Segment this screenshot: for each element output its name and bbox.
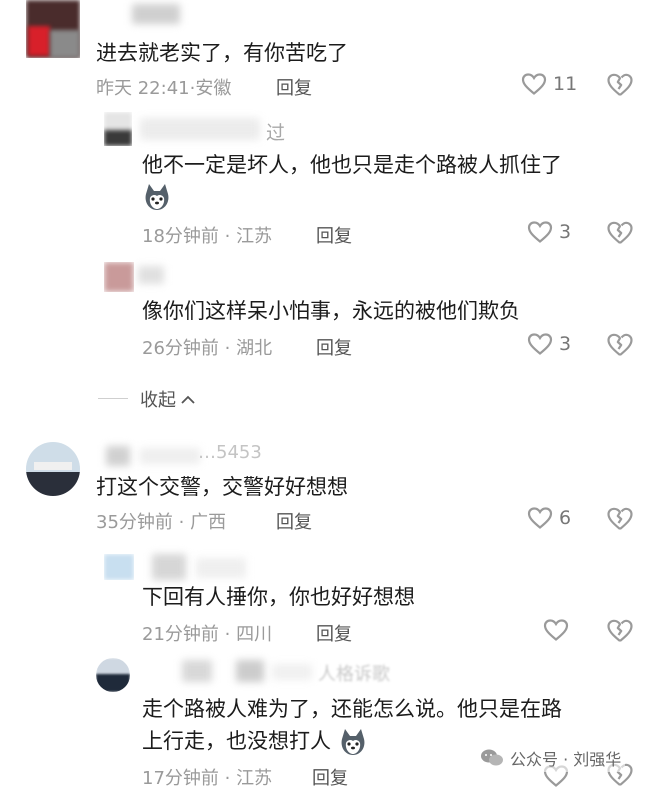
comment-text: 打这个交警，交警好好想想 — [96, 475, 348, 499]
username-blurred — [138, 266, 164, 284]
comment-location: 广西 — [190, 512, 227, 533]
comment-meta: 26分钟前 · 湖北 — [142, 338, 273, 359]
wechat-official-account-icon — [481, 749, 503, 766]
comment-text-line2-row: 上行走，也没想打人 — [142, 726, 368, 757]
comment-meta: 17分钟前 · 江苏 — [142, 768, 273, 789]
like-count: 11 — [553, 73, 578, 95]
username-blurred — [140, 118, 260, 140]
comment-username: 人格诉歌 — [318, 664, 390, 685]
like-count: 3 — [559, 333, 572, 355]
broken-heart-icon[interactable] — [606, 72, 634, 98]
watermark: 公众号 · 刘强华 — [476, 744, 626, 772]
chevron-up-icon — [181, 395, 195, 404]
comment-location: 四川 — [236, 624, 273, 645]
collapse-label: 收起 — [140, 390, 176, 411]
heart-outline-icon — [521, 73, 547, 95]
comment-username: …5453 — [198, 442, 262, 463]
broken-heart-icon[interactable] — [606, 506, 634, 532]
reply-button[interactable]: 回复 — [316, 620, 352, 646]
collapse-replies-button[interactable]: 收起 — [140, 386, 196, 412]
comment-text-line2: 上行走，也没想打人 — [142, 729, 331, 753]
like-button[interactable]: 3 — [527, 332, 571, 356]
comment-meta: 21分钟前 · 四川 — [142, 624, 273, 645]
username-blurred — [196, 558, 246, 578]
comment-location: 江苏 — [236, 768, 273, 789]
comment-text: 进去就老实了，有你苦吃了 — [96, 41, 348, 65]
comment-location: 江苏 — [236, 226, 273, 247]
comment-time: 昨天 22:41 — [96, 78, 190, 99]
username-blurred — [140, 448, 200, 464]
comment-text: 他不一定是坏人，他也只是走个路被人抓住了 — [142, 153, 562, 177]
like-button[interactable]: 6 — [527, 506, 571, 530]
heart-outline-icon — [527, 221, 553, 243]
username-blurred — [106, 446, 130, 466]
comment-time: 17分钟前 — [142, 768, 219, 789]
comment-username: 过 — [266, 122, 286, 144]
avatar[interactable] — [104, 554, 134, 580]
husky-dog-emoji-icon — [341, 729, 365, 755]
comment-time: 35分钟前 — [96, 512, 173, 533]
comment-time: 26分钟前 — [142, 338, 219, 359]
comment-meta: 18分钟前 · 江苏 — [142, 226, 273, 247]
username-blurred — [152, 554, 186, 580]
heart-outline-icon — [527, 507, 553, 529]
comment-meta: 35分钟前 · 广西 — [96, 512, 227, 533]
avatar[interactable] — [26, 0, 80, 58]
avatar[interactable] — [26, 442, 80, 496]
reply-button[interactable]: 回复 — [316, 222, 352, 248]
comment-text: 下回有人捶你，你也好好想想 — [142, 585, 415, 609]
comment-meta: 昨天 22:41·安徽 — [96, 78, 232, 99]
username-blurred — [182, 660, 212, 682]
husky-dog-emoji-icon — [145, 184, 169, 210]
reply-button[interactable]: 回复 — [276, 74, 312, 100]
heart-outline-icon — [527, 333, 553, 355]
avatar[interactable] — [104, 112, 132, 146]
username-blurred — [132, 4, 180, 24]
reply-button[interactable]: 回复 — [276, 508, 312, 534]
comment-location: 湖北 — [236, 338, 273, 359]
username-blurred — [272, 664, 312, 680]
avatar[interactable] — [96, 658, 130, 692]
comment-time: 18分钟前 — [142, 226, 219, 247]
comment-location: 安徽 — [195, 78, 232, 99]
comment-time: 21分钟前 — [142, 624, 219, 645]
watermark-text: 公众号 · 刘强华 — [510, 750, 622, 769]
like-button[interactable]: 11 — [521, 72, 577, 96]
reply-button[interactable]: 回复 — [312, 764, 348, 790]
avatar[interactable] — [104, 262, 134, 292]
collapse-divider — [98, 398, 128, 399]
like-count: 3 — [559, 221, 572, 243]
comment-text: 像你们这样呆小怕事，永远的被他们欺负 — [142, 299, 520, 323]
like-button[interactable]: 3 — [527, 220, 571, 244]
broken-heart-icon[interactable] — [606, 332, 634, 358]
like-count: 6 — [559, 507, 572, 529]
broken-heart-icon[interactable] — [606, 618, 634, 644]
heart-outline-icon — [543, 619, 569, 641]
username-blurred — [236, 660, 264, 682]
reply-button[interactable]: 回复 — [316, 334, 352, 360]
like-button[interactable] — [543, 618, 569, 642]
broken-heart-icon[interactable] — [606, 220, 634, 246]
comment-text-line1: 走个路被人难为了，还能怎么说。他只是在路 — [142, 697, 562, 721]
